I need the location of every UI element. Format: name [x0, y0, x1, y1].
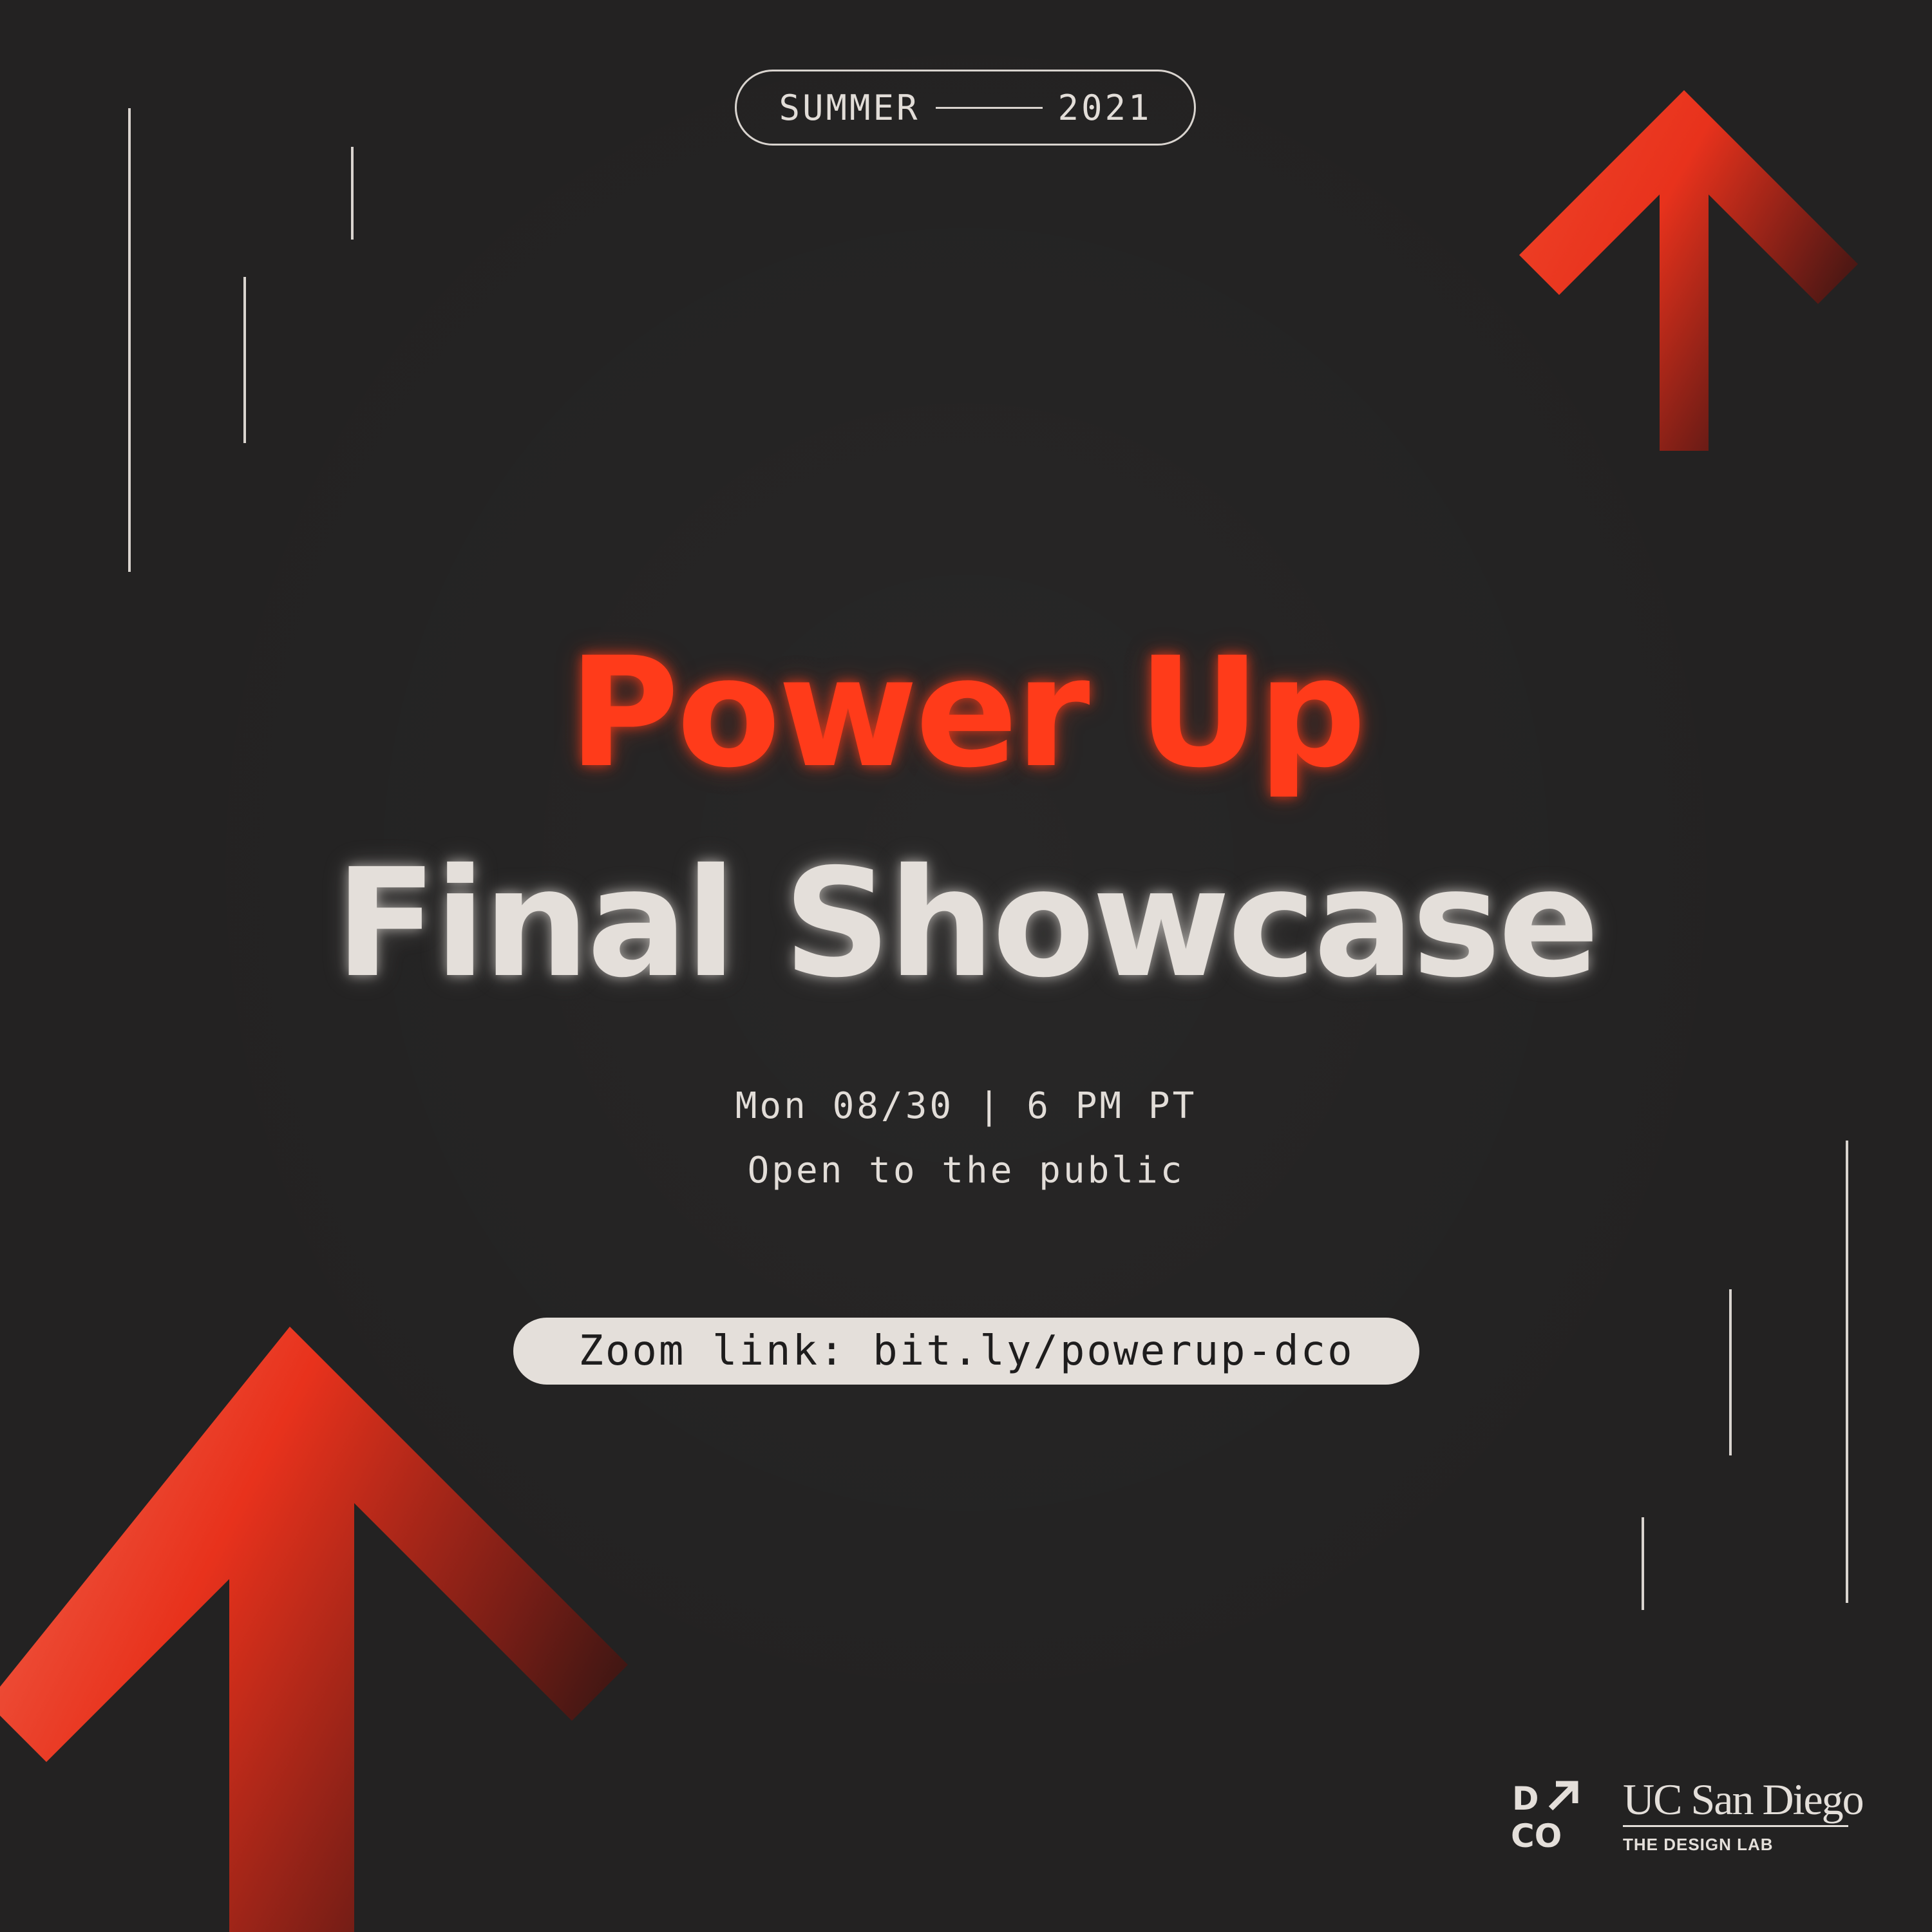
arrow-up-icon	[1519, 90, 1858, 451]
event-datetime: Mon 08/30 | 6 PM PT	[735, 1085, 1197, 1127]
poster: SUMMER 2021 Power Up Final Showcase Mon …	[0, 0, 1932, 1932]
decorative-line	[351, 147, 354, 240]
season-label: SUMMER	[779, 87, 920, 128]
season-badge: SUMMER 2021	[735, 70, 1196, 146]
decorative-line	[1729, 1289, 1732, 1455]
season-year: 2021	[1057, 87, 1152, 128]
ucsd-name: UC San Diego	[1623, 1777, 1864, 1827]
arrow-diagonal-icon	[1548, 1781, 1578, 1811]
arrow-up-icon	[0, 1327, 628, 1932]
decorative-line	[1642, 1517, 1644, 1610]
decorative-line	[128, 108, 131, 572]
dco-logo-bottom: CO	[1511, 1817, 1562, 1851]
decorative-line	[1846, 1141, 1848, 1603]
ucsd-design-lab-logo: UC San Diego THE DESIGN LAB	[1623, 1777, 1864, 1855]
event-access: Open to the public	[747, 1150, 1185, 1191]
ucsd-subtitle: THE DESIGN LAB	[1623, 1835, 1774, 1854]
zoom-link[interactable]: Zoom link: bit.ly/powerup-dco	[513, 1318, 1419, 1385]
zoom-link-text: Zoom link: bit.ly/powerup-dco	[578, 1327, 1354, 1375]
decorative-line	[243, 277, 246, 443]
dco-logo-top: D	[1512, 1780, 1539, 1817]
event-title: Final Showcase	[335, 837, 1600, 1010]
dco-logo: D CO	[1511, 1780, 1578, 1851]
event-title-accent: Power Up	[568, 625, 1367, 801]
season-divider	[935, 106, 1043, 109]
